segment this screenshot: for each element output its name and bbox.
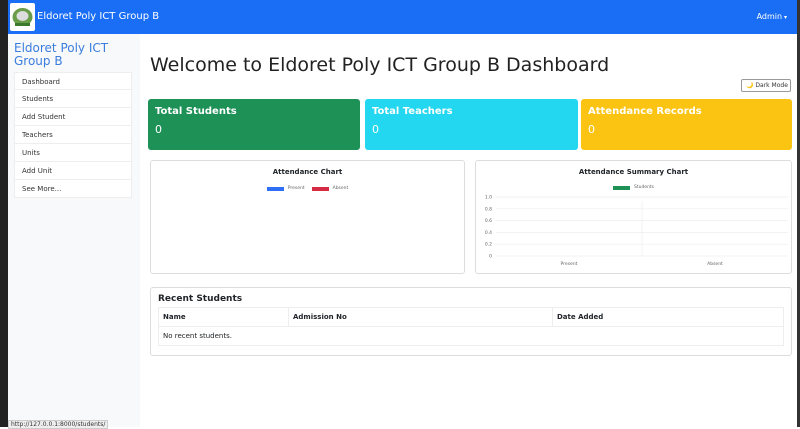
sidebar-item-see-more[interactable]: See More... [14, 180, 132, 198]
recent-title: Recent Students [158, 294, 243, 304]
moon-icon: 🌙 [746, 82, 754, 89]
y-tick-label: 0.4 [485, 230, 492, 236]
page-title: Welcome to Eldoret Poly ICT Group B Dash… [150, 54, 610, 76]
stat-card-attendance: Attendance Records 0 [581, 99, 792, 150]
admin-dropdown[interactable]: Admin [757, 12, 787, 21]
sidebar-title: Eldoret Poly ICT Group B [14, 41, 109, 68]
legend-swatch-present[interactable] [266, 186, 284, 191]
stat-value: 0 [155, 123, 162, 136]
chart-title: Attendance Summary Chart [578, 168, 689, 176]
col-date[interactable]: Date Added [552, 307, 784, 327]
brand[interactable]: Eldoret Poly ICT Group B [37, 11, 159, 22]
y-tick-label: 0.2 [485, 242, 492, 248]
y-tick-label: 0 [489, 254, 492, 260]
y-tick-label: 0.6 [485, 218, 492, 224]
y-tick-label: 1.0 [485, 195, 492, 201]
sidebar-item-teachers[interactable]: Teachers [14, 126, 132, 144]
legend-absent[interactable]: Absent [333, 186, 349, 191]
legend-swatch-students[interactable] [612, 185, 630, 190]
col-name[interactable]: Name [158, 307, 289, 327]
sidebar-item-add-student[interactable]: Add Student [14, 108, 132, 126]
sidebar-item-dashboard[interactable]: Dashboard [14, 72, 132, 90]
attendance-summary-panel: Attendance Summary Chart Students 0 0.2 0.… [475, 160, 792, 274]
x-tick-label: Absent [707, 261, 723, 267]
dark-mode-button[interactable]: 🌙 Dark Mode [741, 79, 791, 92]
y-tick-label: 0.8 [485, 206, 492, 212]
stat-card-teachers: Total Teachers 0 [365, 99, 578, 150]
chart-title: Attendance Chart [272, 168, 343, 176]
stat-value: 0 [372, 123, 379, 136]
empty-message: No recent students. [158, 326, 784, 346]
sidebar-item-units[interactable]: Units [14, 144, 132, 162]
bar-chart: 0 0.2 0.4 0.6 0.8 1.0 Present Absent [485, 195, 788, 267]
recent-students-panel: Recent Students Name Admission No Date A… [150, 287, 792, 356]
dark-mode-label: Dark Mode [755, 82, 788, 89]
navbar: Eldoret Poly ICT Group B Admin [8, 0, 797, 34]
legend-present[interactable]: Present [288, 186, 305, 191]
recent-students-table: Name Admission No Date Added No recent s… [158, 307, 784, 346]
sidebar-item-add-unit[interactable]: Add Unit [14, 162, 132, 180]
col-admission[interactable]: Admission No [288, 307, 553, 327]
stat-label: Attendance Records [588, 106, 702, 117]
attendance-chart-panel: Attendance Chart Present Absent [150, 160, 465, 274]
legend-students[interactable]: Students [634, 185, 654, 190]
stat-card-students: Total Students 0 [148, 99, 360, 150]
status-url: http://127.0.0.1:8000/students/ [8, 420, 109, 429]
stat-value: 0 [588, 123, 595, 136]
sidebar: Eldoret Poly ICT Group B Dashboard Stude… [8, 34, 140, 427]
stat-label: Total Teachers [372, 106, 453, 117]
x-tick-label: Present [561, 261, 578, 267]
stat-label: Total Students [155, 106, 237, 117]
sidebar-item-students[interactable]: Students [14, 90, 132, 108]
legend-swatch-absent[interactable] [311, 186, 329, 191]
logo[interactable] [10, 3, 35, 31]
left-edge [0, 0, 8, 427]
